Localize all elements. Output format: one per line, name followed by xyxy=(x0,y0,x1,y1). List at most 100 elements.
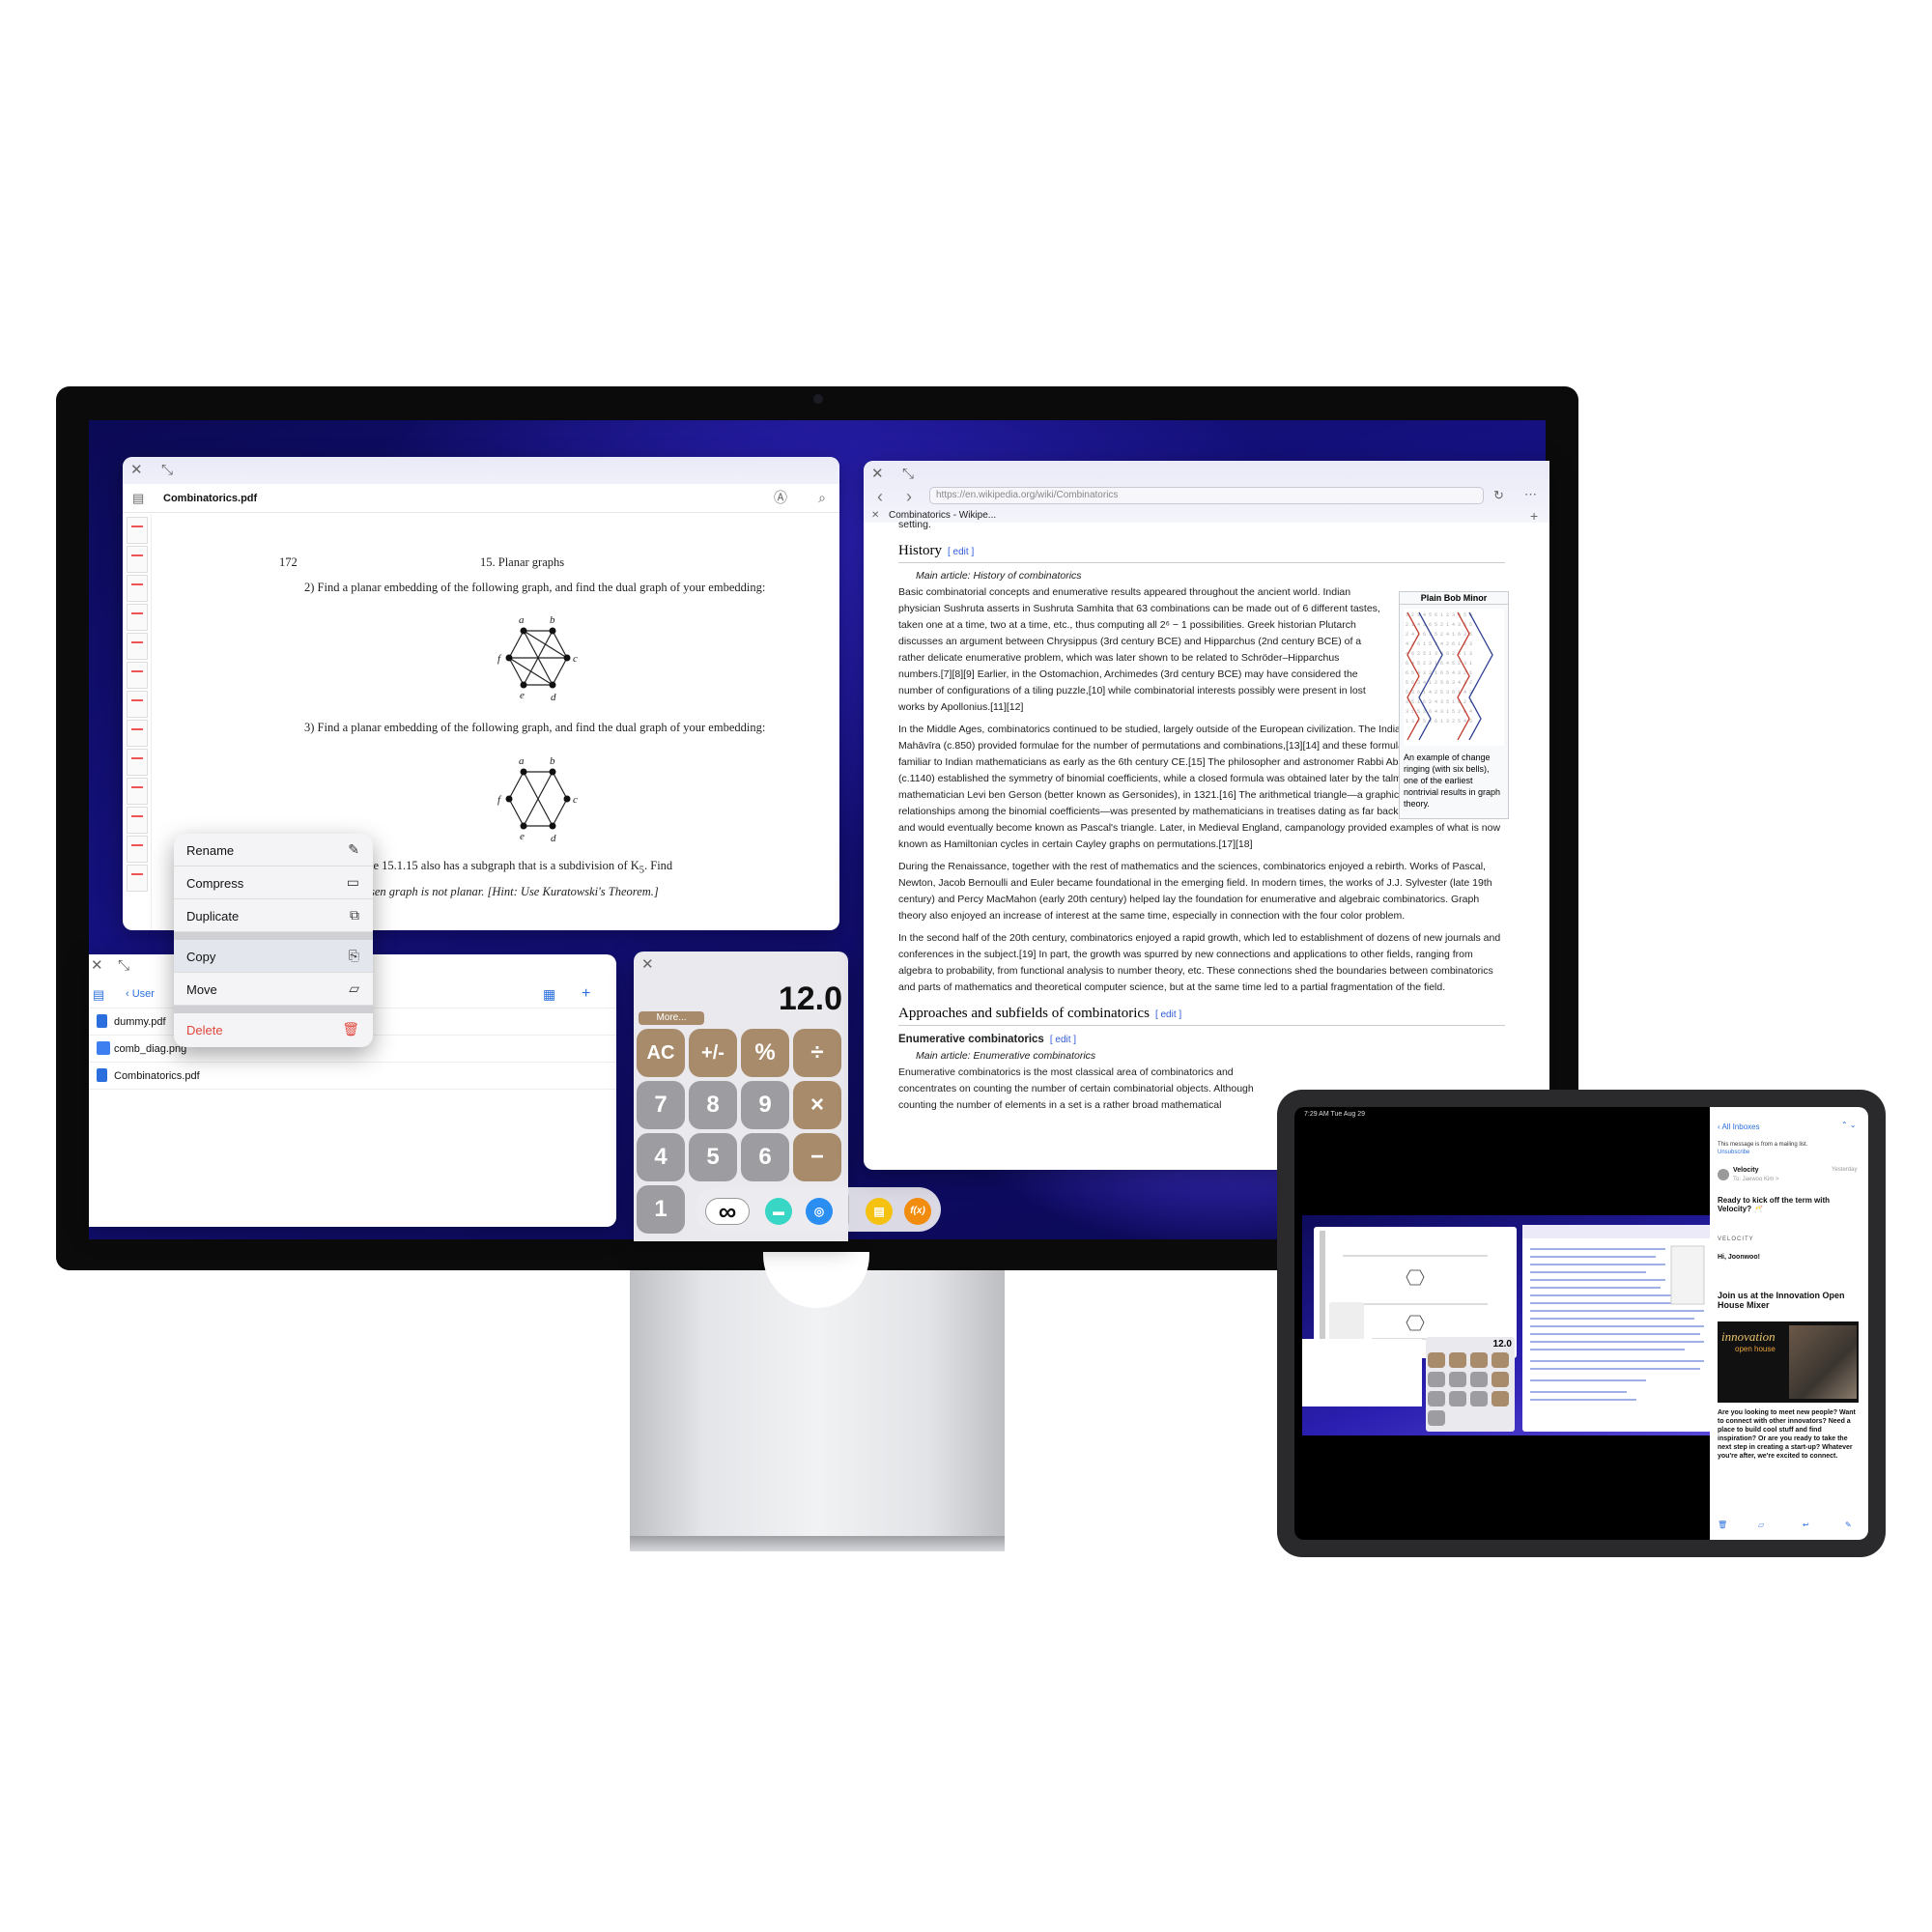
digit-key[interactable]: 9 xyxy=(741,1081,789,1129)
paragraph: Enumerative combinatorics is the most cl… xyxy=(898,1066,1254,1111)
close-icon[interactable]: ✕ xyxy=(871,467,884,481)
paragraph: During the Renaissance, together with th… xyxy=(898,861,1492,922)
digit-key[interactable]: 5 xyxy=(689,1133,737,1181)
expand-icon[interactable]: ⤡ xyxy=(118,958,129,973)
mail-pane: ‹ All Inboxes ⌃ ⌄ This message is from a… xyxy=(1710,1107,1868,1540)
article-text: setting. xyxy=(898,519,931,530)
page-thumbnail[interactable] xyxy=(127,691,148,718)
multiply-key[interactable]: × xyxy=(793,1081,841,1129)
svg-text:4 6 2 5 1 3 4 6 2 5 1 3: 4 6 2 5 1 3 4 6 2 5 1 3 xyxy=(1406,651,1472,657)
edit-link[interactable]: [ edit ] xyxy=(1155,1009,1181,1020)
delete-menu-item[interactable]: Delete 🗑 xyxy=(174,1013,373,1046)
close-icon[interactable]: ✕ xyxy=(91,958,103,973)
expand-icon[interactable]: ⤡ xyxy=(902,467,914,481)
unsubscribe-link[interactable]: Unsubscribe xyxy=(1718,1150,1749,1155)
digit-key[interactable]: 6 xyxy=(741,1133,789,1181)
rename-menu-item[interactable]: Rename ✎ xyxy=(174,834,373,867)
all-inboxes-button[interactable]: ‹ All Inboxes xyxy=(1718,1122,1760,1131)
sender-name: Velocity xyxy=(1733,1167,1759,1174)
mail-recipient: To: Jaewoo Kim > xyxy=(1733,1177,1779,1182)
mail-greeting: Hi, Joonwoo! xyxy=(1718,1254,1760,1261)
sidebar-toggle-icon[interactable]: ▤ xyxy=(93,988,104,1001)
compose-icon[interactable]: ✎ xyxy=(1845,1520,1852,1529)
main-article-note: Main article: Enumerative combinatorics xyxy=(916,1050,1096,1062)
subsection-heading: Enumerative combinatorics[ edit ] xyxy=(898,1034,1077,1045)
close-icon[interactable]: ✕ xyxy=(130,463,143,477)
node-label: c xyxy=(573,653,578,665)
search-icon[interactable]: ⌕ xyxy=(818,491,826,504)
page-number: 172 xyxy=(279,555,298,569)
markup-icon[interactable]: Ⓐ xyxy=(774,491,787,504)
page-thumbnail[interactable] xyxy=(127,662,148,689)
figure-title: Plain Bob Minor xyxy=(1400,592,1508,605)
clear-key[interactable]: AC xyxy=(637,1029,685,1077)
mailing-list-note: This message is from a mailing list. xyxy=(1718,1142,1808,1148)
close-icon[interactable]: ✕ xyxy=(641,957,654,972)
page-thumbnail[interactable] xyxy=(127,720,148,747)
paragraph: Basic combinatorial concepts and enumera… xyxy=(898,586,1380,713)
reply-icon[interactable]: ↩ xyxy=(1803,1520,1809,1529)
notes-icon[interactable]: ▤ xyxy=(866,1198,893,1225)
dock: ∞ ▬ ◎ ▤ f(x) xyxy=(696,1187,941,1232)
more-button[interactable]: More... xyxy=(639,1011,704,1025)
grid-view-icon[interactable]: ▦ xyxy=(543,987,555,1001)
copy-menu-item[interactable]: Copy ⎘ xyxy=(174,940,373,973)
digit-key[interactable]: 1 xyxy=(637,1185,685,1234)
mini-calc-display: 12.0 xyxy=(1492,1339,1512,1350)
tab-close-icon[interactable]: ✕ xyxy=(871,511,879,521)
page-thumbnail[interactable] xyxy=(127,546,148,573)
page-thumbnails[interactable] xyxy=(127,515,152,930)
files-icon[interactable]: ▬ xyxy=(765,1198,792,1225)
mini-calculator: 12.0 xyxy=(1426,1337,1515,1432)
compress-menu-item[interactable]: Compress ▭ xyxy=(174,867,373,899)
section-heading: History[ edit ] xyxy=(898,543,1505,563)
page-thumbnail[interactable] xyxy=(127,836,148,863)
trash-icon[interactable]: 🗑 xyxy=(1718,1520,1727,1529)
page-thumbnail[interactable] xyxy=(127,807,148,834)
page-thumbnail[interactable] xyxy=(127,517,148,544)
percent-key[interactable]: % xyxy=(741,1029,789,1077)
page-thumbnail[interactable] xyxy=(127,575,148,602)
digit-key[interactable]: 7 xyxy=(637,1081,685,1129)
page-thumbnail[interactable] xyxy=(127,604,148,631)
graph-figure-2: a b c d e f xyxy=(497,755,578,844)
more-icon[interactable]: ⋯ xyxy=(1524,488,1537,500)
duplicate-icon: ⧉ xyxy=(350,907,359,923)
node-label: e xyxy=(520,690,525,701)
svg-text:2 4 1 6 3 5 2 4 1 6 3 5: 2 4 1 6 3 5 2 4 1 6 3 5 xyxy=(1406,632,1472,638)
forward-icon[interactable]: › xyxy=(906,488,912,505)
folder-icon: ▱ xyxy=(349,980,359,996)
digit-key[interactable]: 4 xyxy=(637,1133,685,1181)
svg-text:1 2 3 4 5 6 1 2 3 4 5 6: 1 2 3 4 5 6 1 2 3 4 5 6 xyxy=(1406,612,1472,618)
page-thumbnail[interactable] xyxy=(127,778,148,805)
sidebar-toggle-icon[interactable]: ▤ xyxy=(132,492,144,504)
divide-key[interactable]: ÷ xyxy=(793,1029,841,1077)
up-down-arrows-icon[interactable]: ⌃ ⌄ xyxy=(1841,1121,1857,1129)
page-thumbnail[interactable] xyxy=(127,633,148,660)
function-icon[interactable]: f(x) xyxy=(904,1198,931,1225)
browser-icon[interactable]: ◎ xyxy=(806,1198,833,1225)
edit-link[interactable]: [ edit ] xyxy=(1050,1035,1076,1045)
svg-text:6 5 4 3 2 1 6 5 4 3 2 1: 6 5 4 3 2 1 6 5 4 3 2 1 xyxy=(1406,670,1472,676)
duplicate-menu-item[interactable]: Duplicate ⧉ xyxy=(174,899,373,932)
move-menu-item[interactable]: Move ▱ xyxy=(174,973,373,1006)
graph-figure-1: a b c d e f xyxy=(497,614,578,703)
page-thumbnail[interactable] xyxy=(127,865,148,892)
infinity-icon[interactable]: ∞ xyxy=(705,1198,750,1225)
node-label: c xyxy=(573,794,578,806)
new-tab-icon[interactable]: + xyxy=(1530,509,1538,523)
edit-link[interactable]: [ edit ] xyxy=(948,547,974,557)
file-row[interactable]: Combinatorics.pdf xyxy=(89,1063,616,1090)
page-thumbnail[interactable] xyxy=(127,749,148,776)
url-field[interactable]: https://en.wikipedia.org/wiki/Combinator… xyxy=(929,487,1484,504)
sign-key[interactable]: +/- xyxy=(689,1029,737,1077)
digit-key[interactable]: 8 xyxy=(689,1081,737,1129)
minus-key[interactable]: − xyxy=(793,1133,841,1181)
back-button[interactable]: ‹ User xyxy=(126,989,155,1000)
camera-icon xyxy=(813,394,823,404)
back-icon[interactable]: ‹ xyxy=(877,488,883,505)
reload-icon[interactable]: ↻ xyxy=(1493,489,1504,501)
folder-icon[interactable]: ▱ xyxy=(1758,1520,1764,1529)
expand-icon[interactable]: ⤡ xyxy=(161,463,173,477)
add-icon[interactable]: + xyxy=(582,986,590,1002)
